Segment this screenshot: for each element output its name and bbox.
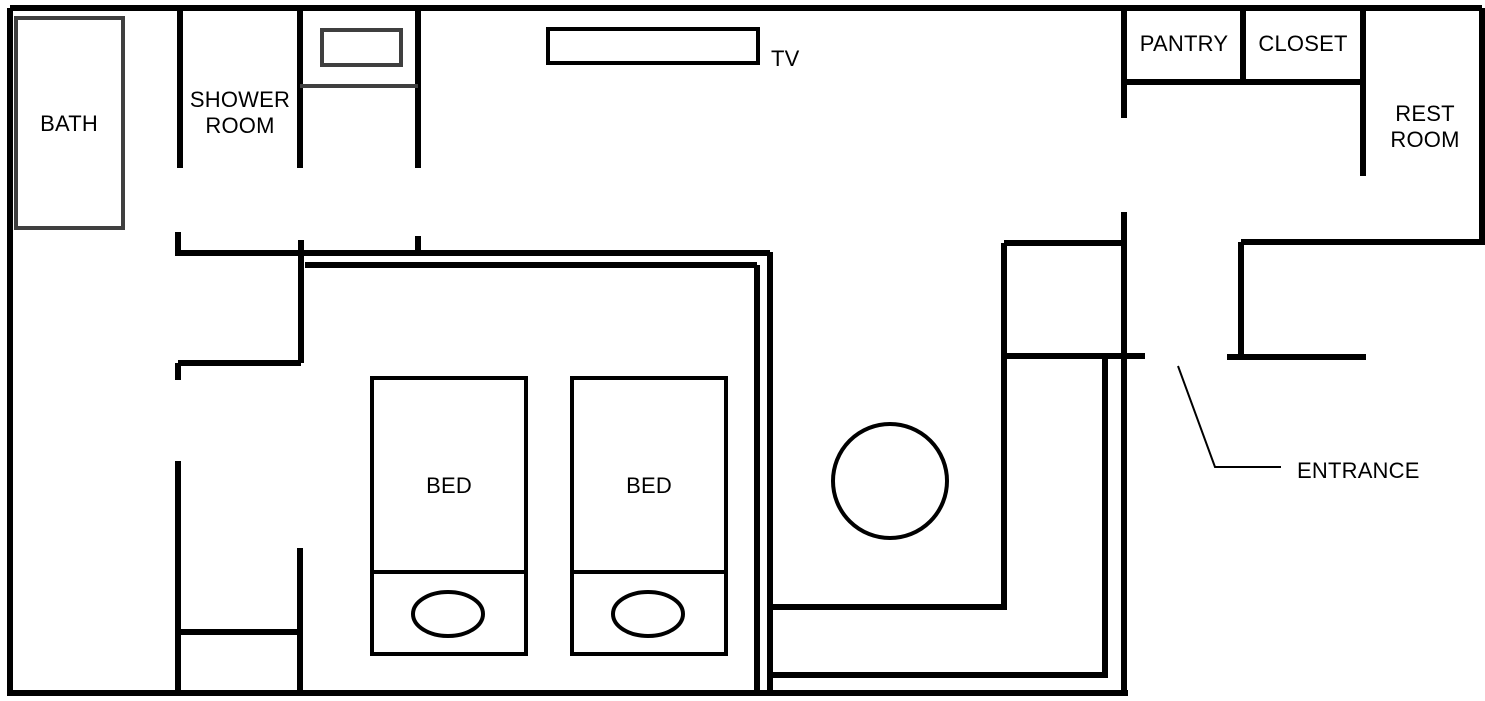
room-label-shower-room: SHOWER ROOM xyxy=(190,87,290,139)
room-label-closet: CLOSET xyxy=(1258,31,1348,57)
floor-plan-diagram: BATH SHOWER ROOM TV PANTRY CLOSET REST R… xyxy=(0,0,1485,701)
bed-right-fixture xyxy=(570,376,728,656)
room-label-entrance: ENTRANCE xyxy=(1297,458,1420,484)
shower-room-line-1: SHOWER xyxy=(189,87,291,113)
bed-right-pillow-icon xyxy=(611,590,685,638)
lower-left-walls xyxy=(175,461,303,693)
room-label-pantry: PANTRY xyxy=(1139,31,1229,57)
round-table-fixture xyxy=(831,422,949,540)
bedroom-partition xyxy=(754,252,773,693)
entrance-leader-line xyxy=(1177,365,1281,468)
hall-walls-left xyxy=(175,232,770,380)
entry-vestibule-walls xyxy=(1227,239,1485,360)
sink-fixture xyxy=(320,28,403,67)
fixture-label-bed-left: BED xyxy=(426,473,472,499)
fixture-label-tv: TV xyxy=(771,46,800,72)
rest-room-line-2: ROOM xyxy=(1390,127,1460,152)
fixture-label-bed-right: BED xyxy=(626,473,672,499)
rest-room-line-1: REST xyxy=(1395,101,1455,127)
tv-fixture xyxy=(546,27,760,65)
corridor-walls xyxy=(770,212,1145,693)
fixtures xyxy=(14,16,949,656)
shower-room-line-2: ROOM xyxy=(205,113,275,138)
room-label-rest-room: REST ROOM xyxy=(1390,101,1459,153)
room-label-bath: BATH xyxy=(40,111,98,137)
entrance-leader xyxy=(1177,365,1281,468)
bed-left-fixture xyxy=(370,376,528,656)
bed-left-pillow-icon xyxy=(411,590,485,638)
